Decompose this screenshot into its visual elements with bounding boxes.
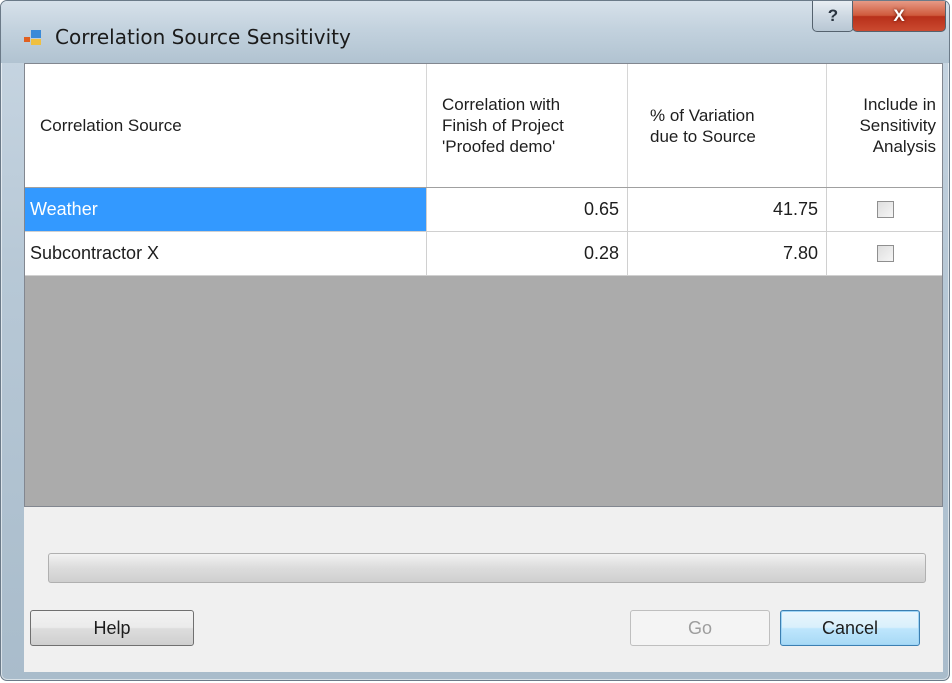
help-caption-button[interactable]: ? <box>812 1 854 32</box>
cell-include <box>827 188 942 231</box>
cancel-button[interactable]: Cancel <box>780 610 920 646</box>
title-bar[interactable]: Correlation Source Sensitivity ? X <box>1 1 949 63</box>
column-header-label: Correlation with Finish of Project 'Proo… <box>442 95 564 156</box>
app-icon <box>24 30 41 45</box>
progress-bar <box>48 553 926 583</box>
column-header-label: Correlation Source <box>40 116 182 135</box>
cell-include <box>827 232 942 275</box>
dialog-footer: Help Go Cancel <box>24 507 943 672</box>
include-checkbox[interactable] <box>877 201 894 218</box>
cell-variation: 7.80 <box>628 232 827 275</box>
sensitivity-grid[interactable]: Correlation Source Correlation with Fini… <box>24 63 943 507</box>
column-header-variation[interactable]: % of Variation due to Source <box>628 64 827 187</box>
column-header-source[interactable]: Correlation Source <box>25 64 427 187</box>
window-title: Correlation Source Sensitivity <box>55 25 351 49</box>
help-button[interactable]: Help <box>30 610 194 646</box>
column-header-correlation[interactable]: Correlation with Finish of Project 'Proo… <box>427 64 628 187</box>
column-header-label: % of Variation due to Source <box>650 105 756 146</box>
table-row[interactable]: Subcontractor X 0.28 7.80 <box>25 232 942 276</box>
cell-correlation: 0.28 <box>427 232 628 275</box>
include-checkbox[interactable] <box>877 245 894 262</box>
grid-header: Correlation Source Correlation with Fini… <box>25 64 942 188</box>
table-row[interactable]: Weather 0.65 41.75 <box>25 188 942 232</box>
close-button[interactable]: X <box>852 1 946 32</box>
column-header-label: Include in Sensitivity Analysis <box>859 95 936 156</box>
cell-variation: 41.75 <box>628 188 827 231</box>
cell-source[interactable]: Weather <box>25 188 427 231</box>
go-button[interactable]: Go <box>630 610 770 646</box>
column-header-include[interactable]: Include in Sensitivity Analysis <box>827 64 942 187</box>
cell-correlation: 0.65 <box>427 188 628 231</box>
close-icon: X <box>893 6 905 25</box>
question-icon: ? <box>827 6 839 25</box>
dialog-window: Correlation Source Sensitivity ? X Corre… <box>0 0 950 681</box>
cell-source[interactable]: Subcontractor X <box>25 232 427 275</box>
